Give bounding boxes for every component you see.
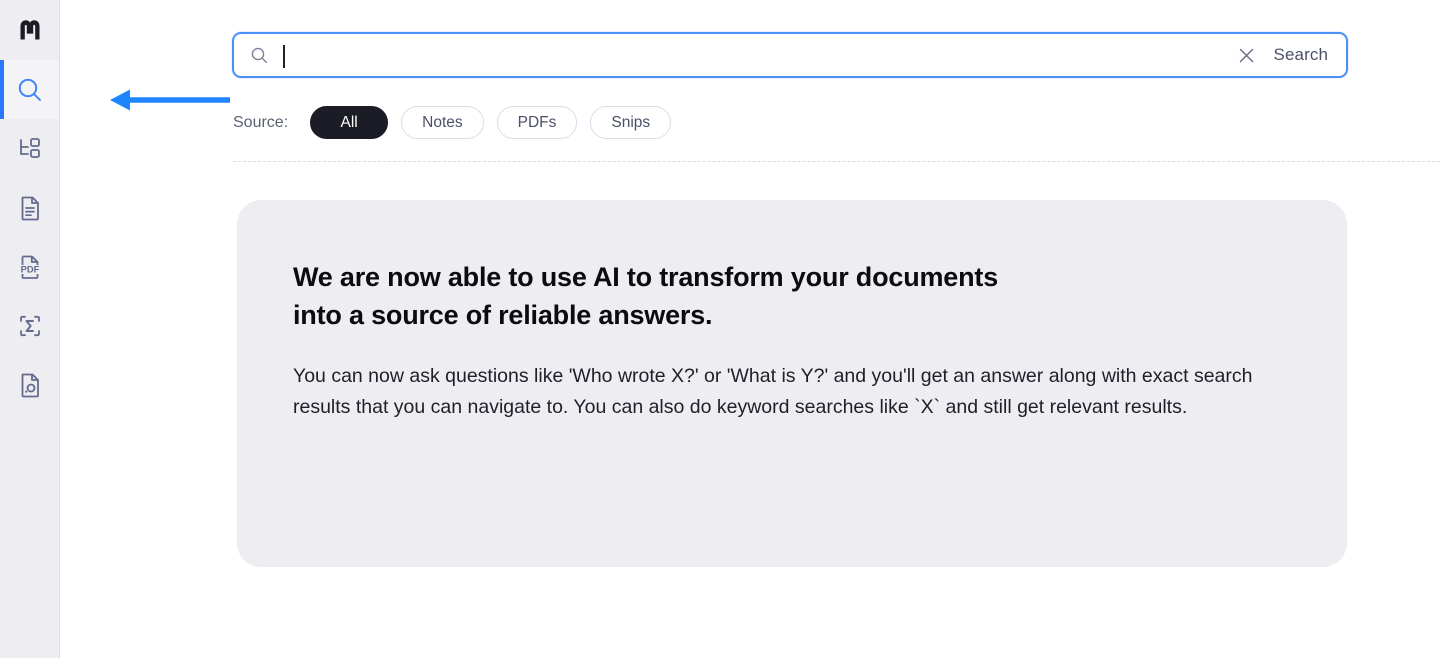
clear-search-button[interactable] <box>1234 42 1260 68</box>
sidebar-item-search[interactable] <box>0 60 59 119</box>
sidebar-item-snips[interactable] <box>0 355 59 414</box>
search-icon <box>18 78 41 101</box>
filter-pill-all[interactable]: All <box>310 106 389 139</box>
sidebar-item-pdfs[interactable]: PDF <box>0 237 59 296</box>
main-content: Search Source: All Notes PDFs Snips We a… <box>60 0 1440 658</box>
document-text-icon <box>21 196 39 220</box>
filter-pill-notes[interactable]: Notes <box>401 106 484 139</box>
left-arrow-annotation <box>110 89 230 111</box>
svg-text:PDF: PDF <box>20 263 39 274</box>
announcement-card: We are now able to use AI to transform y… <box>237 200 1347 567</box>
text-caret <box>283 45 285 68</box>
hierarchy-tree-icon <box>19 137 40 158</box>
source-filter-row: Source: All Notes PDFs Snips <box>233 106 684 139</box>
app-root: PDF Search Source: All Notes PDFs Snips … <box>0 0 1440 658</box>
sigma-scan-icon <box>19 315 40 336</box>
sidebar: PDF <box>0 0 60 658</box>
close-icon <box>1239 48 1254 62</box>
section-divider <box>233 161 1440 162</box>
snip-document-icon <box>21 373 39 397</box>
search-field[interactable] <box>281 34 1234 76</box>
search-icon <box>250 46 269 65</box>
mem-logo-icon <box>20 20 39 40</box>
sidebar-item-notes[interactable] <box>0 178 59 237</box>
filter-pill-snips[interactable]: Snips <box>590 106 672 139</box>
source-label: Source: <box>233 113 289 131</box>
app-logo[interactable] <box>0 0 59 60</box>
search-submit-button[interactable]: Search <box>1274 45 1332 65</box>
announcement-body: You can now ask questions like 'Who wrot… <box>293 364 1253 419</box>
search-bar[interactable]: Search <box>232 32 1348 78</box>
search-input[interactable] <box>281 34 1234 76</box>
sidebar-item-formulas[interactable] <box>0 296 59 355</box>
sidebar-item-graph[interactable] <box>0 119 59 178</box>
pdf-file-icon: PDF <box>20 255 39 279</box>
announcement-heading: We are now able to use AI to transform y… <box>293 262 999 331</box>
filter-pill-pdfs[interactable]: PDFs <box>496 106 578 139</box>
